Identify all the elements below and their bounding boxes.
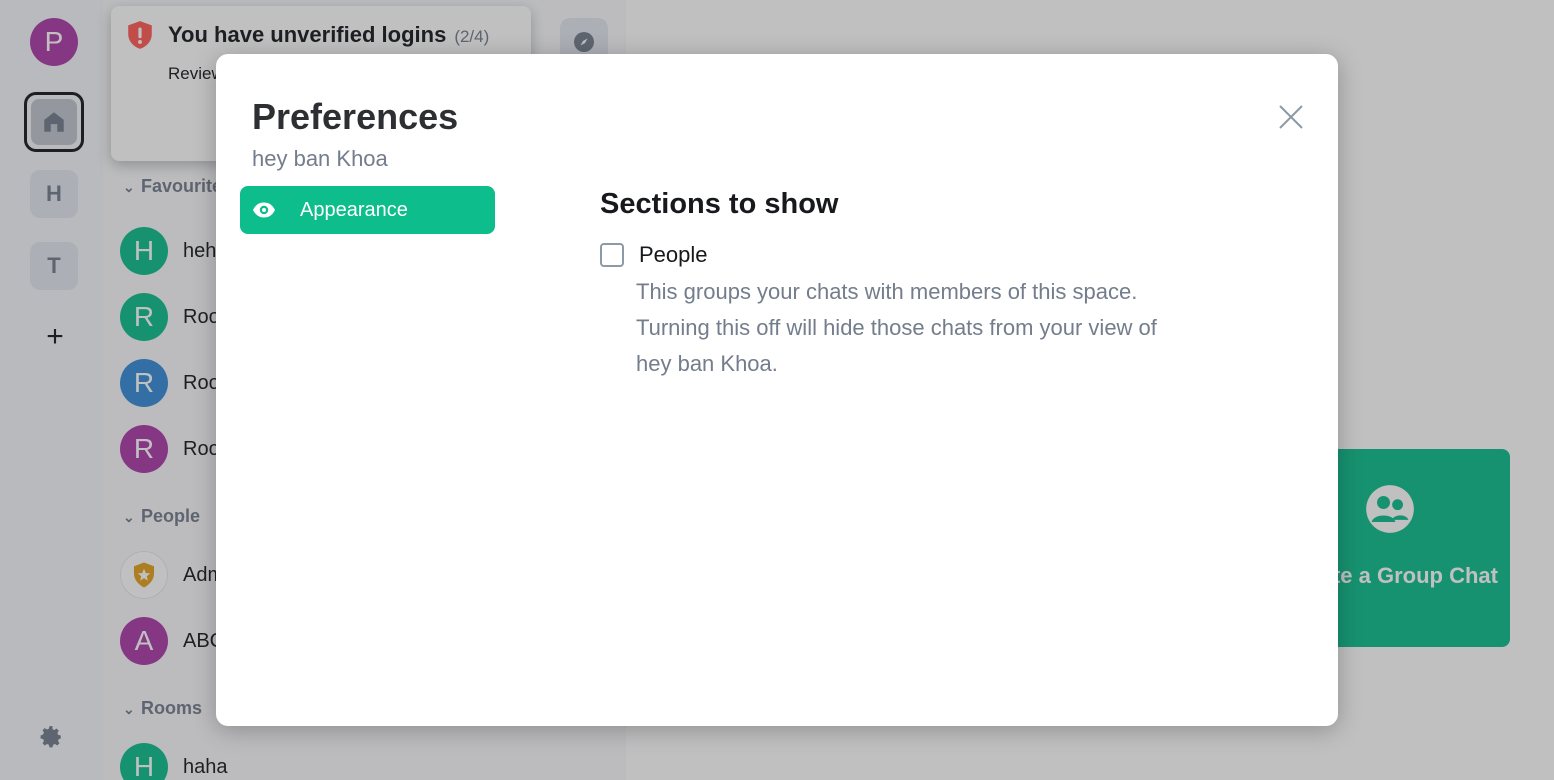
tab-label: Appearance (300, 198, 408, 221)
tab-appearance[interactable]: Appearance (240, 186, 495, 234)
people-option-description: This groups your chats with members of t… (636, 279, 1157, 376)
people-checkbox[interactable] (600, 243, 624, 267)
sections-heading: Sections to show (600, 188, 839, 220)
people-checkbox-label: People (639, 242, 708, 267)
eye-icon (253, 202, 275, 218)
close-icon[interactable] (1278, 104, 1304, 130)
people-option[interactable]: People (600, 242, 708, 268)
dialog-subtitle: hey ban Khoa (252, 146, 388, 171)
preferences-dialog: Preferences hey ban Khoa Appearance Sect… (216, 54, 1338, 726)
dialog-title: Preferences (252, 96, 459, 137)
